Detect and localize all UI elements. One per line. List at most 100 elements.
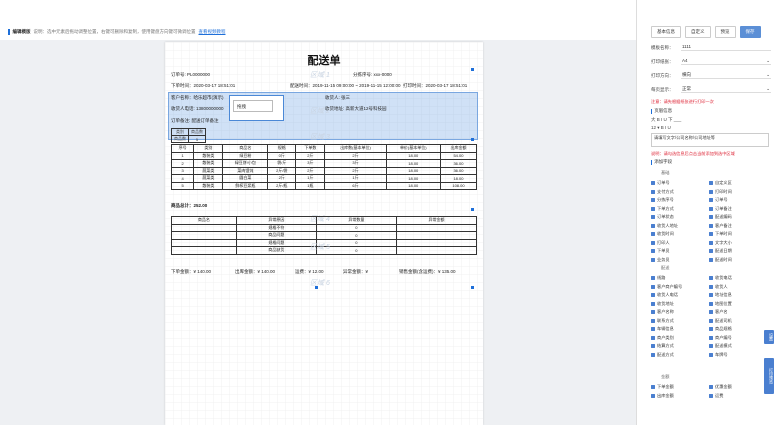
- template-name-input[interactable]: 1111: [681, 44, 771, 51]
- freight[interactable]: 运费：¥ 12.00: [295, 269, 324, 275]
- branch-no[interactable]: 分拣序号: xxx-0000: [353, 72, 392, 78]
- checkbox-icon: [709, 257, 713, 262]
- font-toolbar-2[interactable]: 12 ▾ B I U: [651, 125, 671, 131]
- tab-custom[interactable]: 自定义: [685, 26, 711, 38]
- print-time[interactable]: 打印时间：2020-03-17 18:51:01: [403, 83, 467, 89]
- paper-size-label: 打印纸张：: [651, 58, 674, 64]
- field-checkbox[interactable]: 订单备注: [709, 205, 767, 213]
- field-checkbox[interactable]: 配送日期: [709, 247, 767, 255]
- field-checkbox[interactable]: 车牌号: [709, 351, 767, 359]
- drag-popup[interactable]: 拖拽: [229, 95, 284, 121]
- field-checkbox[interactable]: 收货地址: [651, 300, 709, 308]
- field-checkbox[interactable]: 下单金额: [651, 383, 709, 391]
- paper-size-field: 打印纸张： A4 ⌄: [651, 58, 771, 65]
- field-checkbox[interactable]: 收货人地址: [651, 222, 709, 230]
- field-label: 收货人: [715, 283, 728, 289]
- field-checkbox[interactable]: 商户类别: [651, 334, 709, 342]
- summary-mini-table[interactable]: 类别 商品数 商品数 5: [171, 128, 206, 143]
- preview-button[interactable]: 预览: [714, 26, 736, 38]
- field-checkbox[interactable]: 运费: [709, 392, 767, 400]
- field-checkbox[interactable]: 配送方式: [651, 351, 709, 359]
- field-checkbox[interactable]: 地址信息: [709, 291, 767, 299]
- delivery-fields-list: 线路 收货电话 客户商户编号 收货人 收货人电话 地址信息 收货地址 地图位置 …: [651, 274, 767, 359]
- field-checkbox[interactable]: 优惠金额: [709, 383, 767, 391]
- page-display-select[interactable]: 正常 ⌄: [681, 86, 771, 93]
- save-button[interactable]: 保存: [739, 26, 761, 38]
- field-label: 文字大小: [715, 239, 732, 245]
- print-direction-select[interactable]: 横向 ⌄: [681, 72, 771, 79]
- field-checkbox[interactable]: 配送司机: [709, 317, 767, 325]
- abnormal-amount[interactable]: 异常金额：¥: [343, 269, 368, 275]
- field-checkbox[interactable]: 打印人: [651, 239, 709, 247]
- field-checkbox[interactable]: 收货时间: [651, 230, 709, 238]
- order-remark[interactable]: 订单备注: 配送订单备注: [171, 118, 219, 124]
- field-checkbox[interactable]: 下单员: [651, 247, 709, 255]
- goods-total[interactable]: 商品总计：252.00: [171, 203, 207, 209]
- field-checkbox[interactable]: 配送编码: [709, 213, 767, 221]
- settings-side-tab[interactable]: 设置: [764, 330, 774, 344]
- font-toolbar[interactable]: 大 B I U 下 ___: [651, 117, 681, 123]
- tab-basic-info[interactable]: 基本信息: [651, 26, 681, 38]
- field-checkbox[interactable]: 结算方式: [651, 342, 709, 350]
- field-checkbox[interactable]: 商品规格: [709, 325, 767, 333]
- order-time[interactable]: 下单时间：2020-03-17 18:51:01: [171, 83, 235, 89]
- drag-popup-text[interactable]: 拖拽: [233, 100, 273, 112]
- field-checkbox[interactable]: 配送时间: [709, 256, 767, 264]
- print-paper[interactable]: 配送单 订单号: PL0000000 分拣序号: xxx-0000 区域 1 下…: [165, 42, 483, 425]
- checkbox-icon: [651, 198, 655, 202]
- delivery-time[interactable]: 配送时间：2019-11-15 09:00:00 ~ 2019-11-15 12…: [290, 83, 401, 89]
- phone[interactable]: 收货人电话: 13800000000: [171, 106, 224, 112]
- field-label: 收货电话: [715, 275, 732, 280]
- field-checkbox[interactable]: 打印时间: [709, 188, 767, 196]
- resize-handle[interactable]: [471, 208, 474, 211]
- field-label: 配送模式: [715, 343, 732, 348]
- print-preview-side-tab[interactable]: 打印预览: [764, 358, 774, 394]
- field-checkbox[interactable]: 客户名称: [651, 308, 709, 316]
- checkbox-icon: [651, 284, 655, 289]
- goods-table[interactable]: 序号 类别 商品名 规格 下单数 出库数(基本单位) 单价(基本单位) 出库金额…: [170, 144, 478, 190]
- field-checkbox[interactable]: 车辆信息: [651, 325, 709, 333]
- print-warning: 注意：请先根据纸张进行打印一次: [651, 99, 714, 104]
- field-checkbox[interactable]: 客户备注: [709, 222, 767, 230]
- field-checkbox[interactable]: 收货人电话: [651, 291, 709, 299]
- checkbox-icon: [651, 335, 655, 340]
- field-checkbox[interactable]: 商户编号: [709, 334, 767, 342]
- field-checkbox[interactable]: 线路: [651, 274, 709, 282]
- order-amount[interactable]: 下单金额：¥ 140.00: [171, 269, 211, 275]
- field-label: 地图位置: [715, 300, 732, 306]
- resize-handle[interactable]: [471, 68, 474, 71]
- paper-size-select[interactable]: A4 ⌄: [681, 58, 771, 65]
- field-checkbox[interactable]: 分拣序号: [651, 196, 709, 204]
- field-checkbox[interactable]: 客户名: [709, 308, 767, 316]
- field-checkbox[interactable]: 地图位置: [709, 300, 767, 308]
- video-tutorial-link[interactable]: 查看视频教程: [199, 29, 226, 35]
- resize-handle[interactable]: [471, 138, 474, 141]
- field-checkbox[interactable]: 收货人: [709, 283, 767, 291]
- field-checkbox[interactable]: 配送模式: [709, 342, 767, 350]
- resize-handle[interactable]: [471, 286, 474, 289]
- checkbox-icon: [709, 301, 713, 306]
- paper-title[interactable]: 配送单: [165, 52, 483, 68]
- field-checkbox[interactable]: 文字大小: [709, 239, 767, 247]
- order-no[interactable]: 订单号: PL0000000: [171, 72, 210, 78]
- field-checkbox[interactable]: 订单号: [709, 196, 767, 204]
- out-amount[interactable]: 出库金额：¥ 140.00: [235, 269, 275, 275]
- field-checkbox[interactable]: 客户商户编号: [651, 283, 709, 291]
- field-checkbox[interactable]: 出库金额: [651, 392, 709, 400]
- checkbox-icon: [651, 385, 655, 389]
- address[interactable]: 收货地址: 高新大道12号科技园: [325, 106, 387, 112]
- field-checkbox[interactable]: 业务员: [651, 256, 709, 264]
- field-checkbox[interactable]: 支付方式: [651, 188, 709, 196]
- field-checkbox[interactable]: 订单号: [651, 179, 709, 187]
- customer-name[interactable]: 客户名称：哈乐超市(演示): [171, 95, 224, 101]
- field-checkbox[interactable]: 下单时间: [709, 230, 767, 238]
- field-checkbox[interactable]: 下单方式: [651, 205, 709, 213]
- sale-amount[interactable]: 销售金额(含运费)：¥ 135.00: [399, 269, 456, 275]
- resize-handle[interactable]: [315, 286, 318, 289]
- contact[interactable]: 收货人: 张三: [325, 95, 350, 101]
- field-checkbox[interactable]: 自定义区: [709, 179, 767, 187]
- field-checkbox[interactable]: 收货电话: [709, 274, 767, 282]
- field-checkbox[interactable]: 订单状态: [651, 213, 709, 221]
- field-checkbox[interactable]: 联系方式: [651, 317, 709, 325]
- header-textbox[interactable]: 请填写文字/公司名称/公司地址等: [651, 133, 769, 147]
